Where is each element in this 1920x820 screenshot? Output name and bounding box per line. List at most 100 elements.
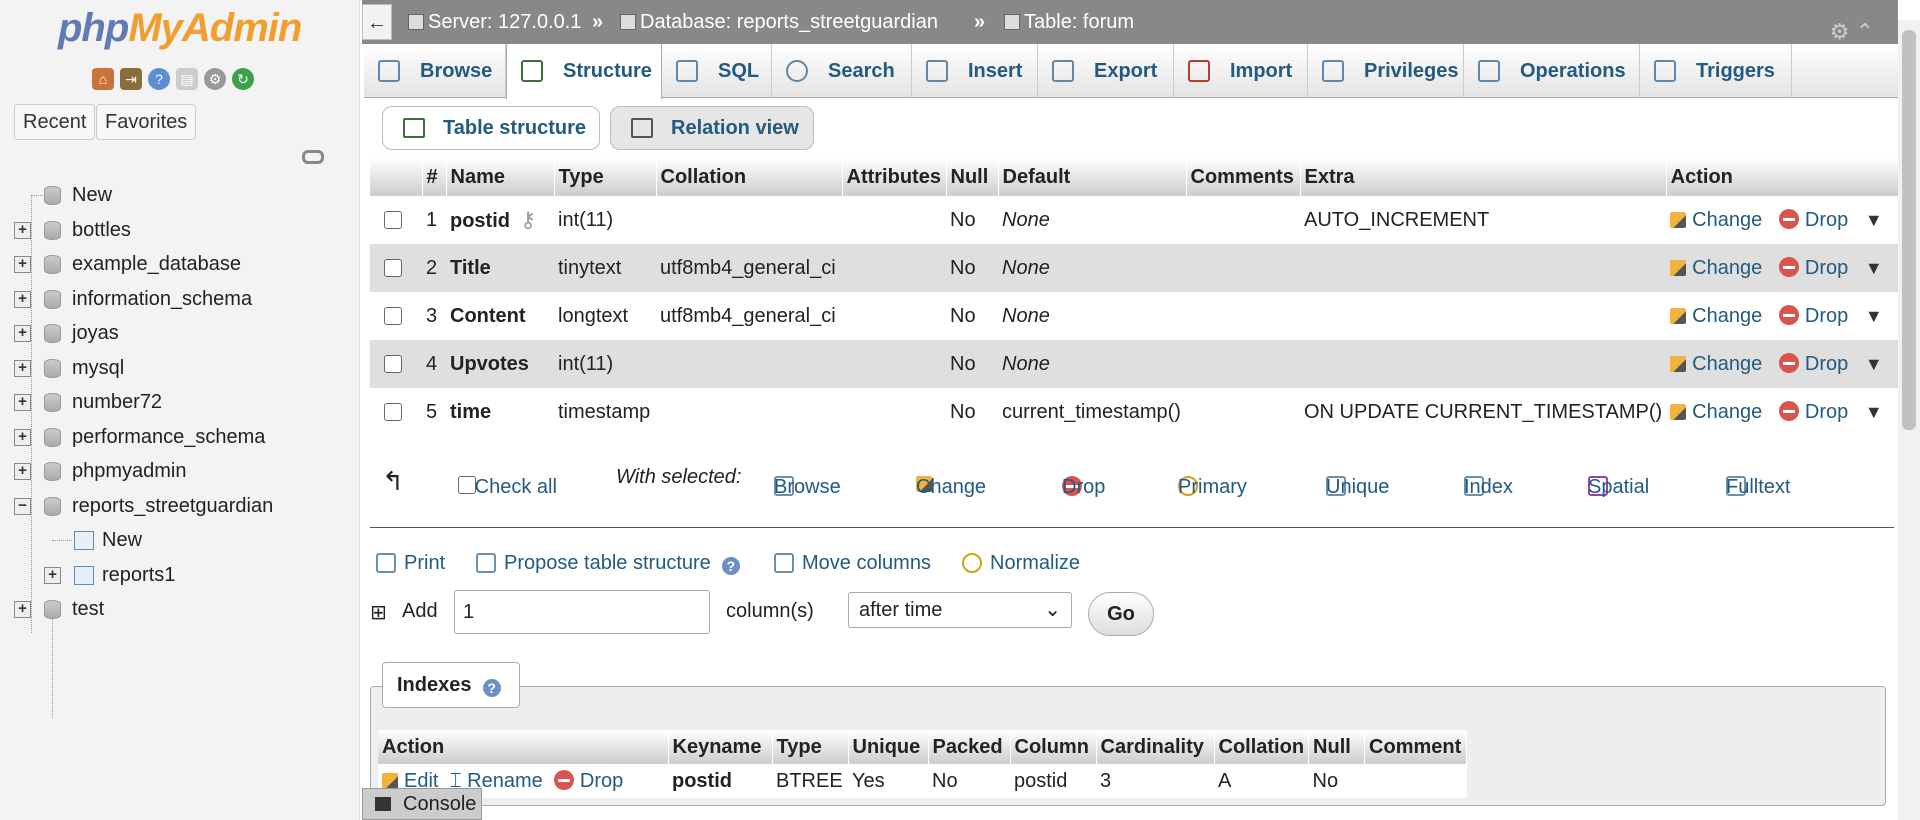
tab-operations[interactable]: Operations xyxy=(1464,44,1640,98)
expand-icon[interactable]: + xyxy=(14,463,31,480)
tree-item-bottles[interactable]: + bottles xyxy=(0,213,360,248)
check-all[interactable]: Check all xyxy=(458,466,557,498)
more-actions-icon[interactable]: ▼ xyxy=(1865,306,1883,326)
normalize-link[interactable]: Normalize xyxy=(962,552,1080,575)
quick-icons: ⌂ ⇥ ? ▤ ⚙ ↻ xyxy=(92,68,254,90)
change-button[interactable]: Change xyxy=(1670,353,1762,375)
link-with-main-panel-icon[interactable] xyxy=(302,150,324,164)
expand-icon[interactable]: + xyxy=(14,325,31,342)
tree-item-number72[interactable]: + number72 xyxy=(0,385,360,420)
subtab-relation-view[interactable]: Relation view xyxy=(610,106,814,150)
expand-icon[interactable]: + xyxy=(14,221,31,239)
phpmyadmin-logo[interactable]: phpMyAdmin xyxy=(58,6,302,51)
database-icon xyxy=(44,462,61,481)
breadcrumb-server[interactable]: Server: 127.0.0.1 xyxy=(408,0,581,44)
drop-button[interactable]: Drop xyxy=(1778,256,1848,279)
tree-item-reports-streetguardian[interactable]: − reports_streetguardian xyxy=(0,489,360,524)
settings-gear-icon[interactable]: ⚙ xyxy=(1830,19,1850,44)
drop-button[interactable]: Drop xyxy=(1778,400,1848,423)
tree-item-joyas[interactable]: + joyas xyxy=(0,316,360,351)
row-checkbox[interactable] xyxy=(384,259,402,278)
recent-button[interactable]: Recent xyxy=(14,104,96,140)
help-icon[interactable]: ? xyxy=(148,68,170,90)
check-all-checkbox[interactable] xyxy=(458,476,476,494)
move-columns-link[interactable]: Move columns xyxy=(774,552,931,575)
tree-item-phpmyadmin[interactable]: + phpmyadmin xyxy=(0,454,360,489)
tree-item-information-schema[interactable]: + information_schema xyxy=(0,282,360,317)
with-selected-label: With selected: xyxy=(616,466,742,488)
console-toggle[interactable]: Console xyxy=(362,788,482,820)
settings-gear-icon[interactable]: ⚙ xyxy=(204,68,226,90)
change-button[interactable]: Change xyxy=(1670,401,1762,423)
collapse-topbar-icon[interactable]: ⌃ xyxy=(1856,19,1874,44)
help-icon[interactable]: ? xyxy=(482,679,501,697)
database-icon xyxy=(44,600,61,619)
expand-icon[interactable]: + xyxy=(14,428,31,446)
indexes-legend[interactable]: Indexes ? xyxy=(382,662,520,708)
tab-search[interactable]: Search xyxy=(772,44,912,98)
more-actions-icon[interactable]: ▼ xyxy=(1865,402,1883,422)
tab-export[interactable]: Export xyxy=(1038,44,1174,98)
tab-structure[interactable]: Structure xyxy=(506,44,662,99)
expand-icon[interactable]: + xyxy=(44,566,61,584)
logout-icon[interactable]: ⇥ xyxy=(120,68,142,90)
tab-browse[interactable]: Browse xyxy=(364,44,506,98)
help-icon[interactable]: ? xyxy=(721,557,740,575)
subtab-table-structure[interactable]: Table structure xyxy=(382,106,600,150)
row-checkbox[interactable] xyxy=(384,355,402,374)
pencil-icon xyxy=(1670,355,1687,372)
row-checkbox[interactable] xyxy=(384,211,402,230)
tree-item-new-table[interactable]: New xyxy=(0,523,360,558)
browse-icon xyxy=(378,60,400,82)
print-link[interactable]: Print xyxy=(376,552,445,575)
docs-icon[interactable]: ▤ xyxy=(176,68,198,90)
row-checkbox[interactable] xyxy=(384,307,402,326)
home-icon[interactable]: ⌂ xyxy=(92,68,114,90)
tab-sql[interactable]: SQL xyxy=(662,44,772,98)
add-column-count-input[interactable]: 1 xyxy=(454,590,710,634)
database-icon xyxy=(44,496,61,516)
more-actions-icon[interactable]: ▼ xyxy=(1865,258,1883,278)
tree-item-performance-schema[interactable]: + performance_schema xyxy=(0,420,360,455)
more-actions-icon[interactable]: ▼ xyxy=(1865,210,1883,230)
structure-icon xyxy=(521,60,543,82)
drop-button[interactable]: Drop xyxy=(1778,352,1848,375)
tree-item-reports1[interactable]: + reports1 xyxy=(0,558,360,593)
drop-button[interactable]: Drop xyxy=(1778,304,1848,327)
tab-privileges[interactable]: Privileges xyxy=(1308,44,1464,98)
tab-insert[interactable]: Insert xyxy=(912,44,1038,98)
expand-icon[interactable]: + xyxy=(14,256,31,273)
tab-import[interactable]: Import xyxy=(1174,44,1308,98)
index-drop-button[interactable]: Drop xyxy=(553,769,623,792)
expand-icon[interactable]: + xyxy=(14,359,31,377)
go-button[interactable]: Go xyxy=(1088,592,1154,636)
change-button[interactable]: Change xyxy=(1670,209,1762,231)
tab-triggers[interactable]: Triggers xyxy=(1640,44,1792,98)
change-button[interactable]: Change xyxy=(1670,305,1762,327)
breadcrumb-database[interactable]: Database: reports_streetguardian xyxy=(620,0,938,44)
scrollbar-thumb[interactable] xyxy=(1902,30,1916,430)
drop-icon xyxy=(1778,352,1799,373)
propose-table-structure-link[interactable]: Propose table structure ? xyxy=(476,552,740,575)
tree-item-test[interactable]: + test xyxy=(0,592,360,627)
reload-icon[interactable]: ↻ xyxy=(232,68,254,90)
expand-icon[interactable]: + xyxy=(14,290,31,308)
row-checkbox[interactable] xyxy=(384,403,402,422)
expand-icon[interactable]: + xyxy=(14,394,31,411)
change-button[interactable]: Change xyxy=(1670,257,1762,279)
table-row: 2 Title tinytext utf8mb4_general_ci No N… xyxy=(370,244,1901,292)
expand-icon[interactable]: + xyxy=(14,601,31,618)
breadcrumb-table[interactable]: Table: forum xyxy=(1004,0,1134,44)
tree-item-new[interactable]: New xyxy=(0,178,360,213)
scrollbar[interactable] xyxy=(1898,20,1920,820)
back-arrow-icon[interactable]: ← xyxy=(362,4,392,40)
database-icon xyxy=(44,324,61,343)
column-position-select[interactable]: after time ⌄ xyxy=(848,592,1072,628)
drop-button[interactable]: Drop xyxy=(1778,208,1848,231)
favorites-button[interactable]: Favorites xyxy=(96,104,197,140)
more-actions-icon[interactable]: ▼ xyxy=(1865,354,1883,374)
tree-item-example-database[interactable]: + example_database xyxy=(0,247,360,282)
collapse-icon[interactable]: − xyxy=(14,497,31,515)
move-columns-icon xyxy=(774,553,794,573)
tree-item-mysql[interactable]: + mysql xyxy=(0,351,360,386)
